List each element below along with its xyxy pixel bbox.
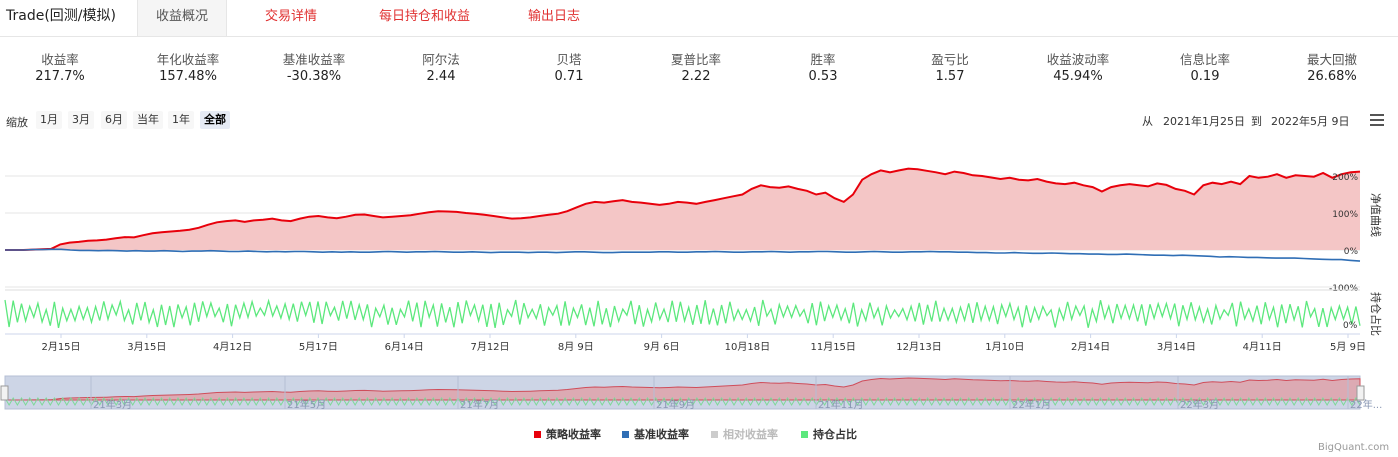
navigator-label: 21年7月 [460,398,499,411]
x-tick-label: 5月17日 [299,341,338,353]
navigator-right-handle[interactable] [1356,385,1365,401]
legend-swatch [622,430,629,438]
legend-position-ratio[interactable]: 持仓占比 [801,426,857,442]
x-tick-label: 12月13日 [896,341,941,353]
position-ratio-line [4,298,1361,329]
legend-strategy[interactable]: 策略收益率 [534,426,601,442]
x-axis-tick-labels: 2月15日 3月15日 4月12日 5月17日 6月14日 7月12日 8月 9日 9月 6日… [41,334,1366,353]
position-axis-title: 持仓占比 [1369,292,1383,336]
x-tick-label: 2月15日 [41,341,80,353]
navigator-label: 21年3月 [93,398,132,411]
navigator-label: 21年9月 [656,398,695,411]
x-tick-label: 5月 9日 [1330,341,1366,353]
legend-swatch [711,430,718,438]
legend-relative[interactable]: 相对收益率 [711,426,778,442]
navigator-left-handle[interactable] [0,385,9,401]
y-axis-title: 净值曲线 [1369,193,1383,237]
x-tick-label: 8月 9日 [558,341,594,353]
legend-label: 基准收益率 [634,428,689,441]
x-tick-label: 6月14日 [385,341,424,353]
x-tick-label: 7月12日 [470,341,509,353]
legend-swatch [534,430,541,438]
strategy-area [5,168,1360,250]
x-tick-label: 1月10日 [985,341,1024,353]
x-tick-label: 2月14日 [1071,341,1110,353]
x-tick-label: 3月14日 [1157,341,1196,353]
legend-label: 策略收益率 [546,428,601,441]
y-tick-label: -100% [1329,284,1358,294]
y-tick-label: 0% [1344,247,1359,257]
x-tick-label: 4月12日 [213,341,252,353]
navigator-label: 22年... [1350,398,1382,411]
x-tick-label: 3月15日 [127,341,166,353]
navigator-label: 22年1月 [1012,398,1051,411]
x-tick-label: 11月15日 [810,341,855,353]
position-axis-tick: 0% [1343,321,1358,331]
x-tick-label: 4月11日 [1243,341,1282,353]
y-tick-label: 200% [1332,173,1358,183]
navigator-label: 21年11月 [818,398,863,411]
y-tick-label: 100% [1332,210,1358,220]
legend-label: 相对收益率 [723,428,778,441]
navigator-label: 21年5月 [287,398,326,411]
legend-label: 持仓占比 [813,428,857,441]
legend-swatch [801,430,808,438]
navigator-label: 22年3月 [1180,398,1219,411]
legend-benchmark[interactable]: 基准收益率 [622,426,689,442]
benchmark-return-line [5,248,1361,262]
brand-watermark: BigQuant.com [1318,442,1390,453]
x-tick-label: 10月18日 [725,341,770,353]
performance-chart: 200% 100% 0% -100% 净值曲线 0% 持仓占比 2月15日 3月15日 4… [0,167,1383,411]
x-tick-label: 9月 6日 [644,341,680,353]
